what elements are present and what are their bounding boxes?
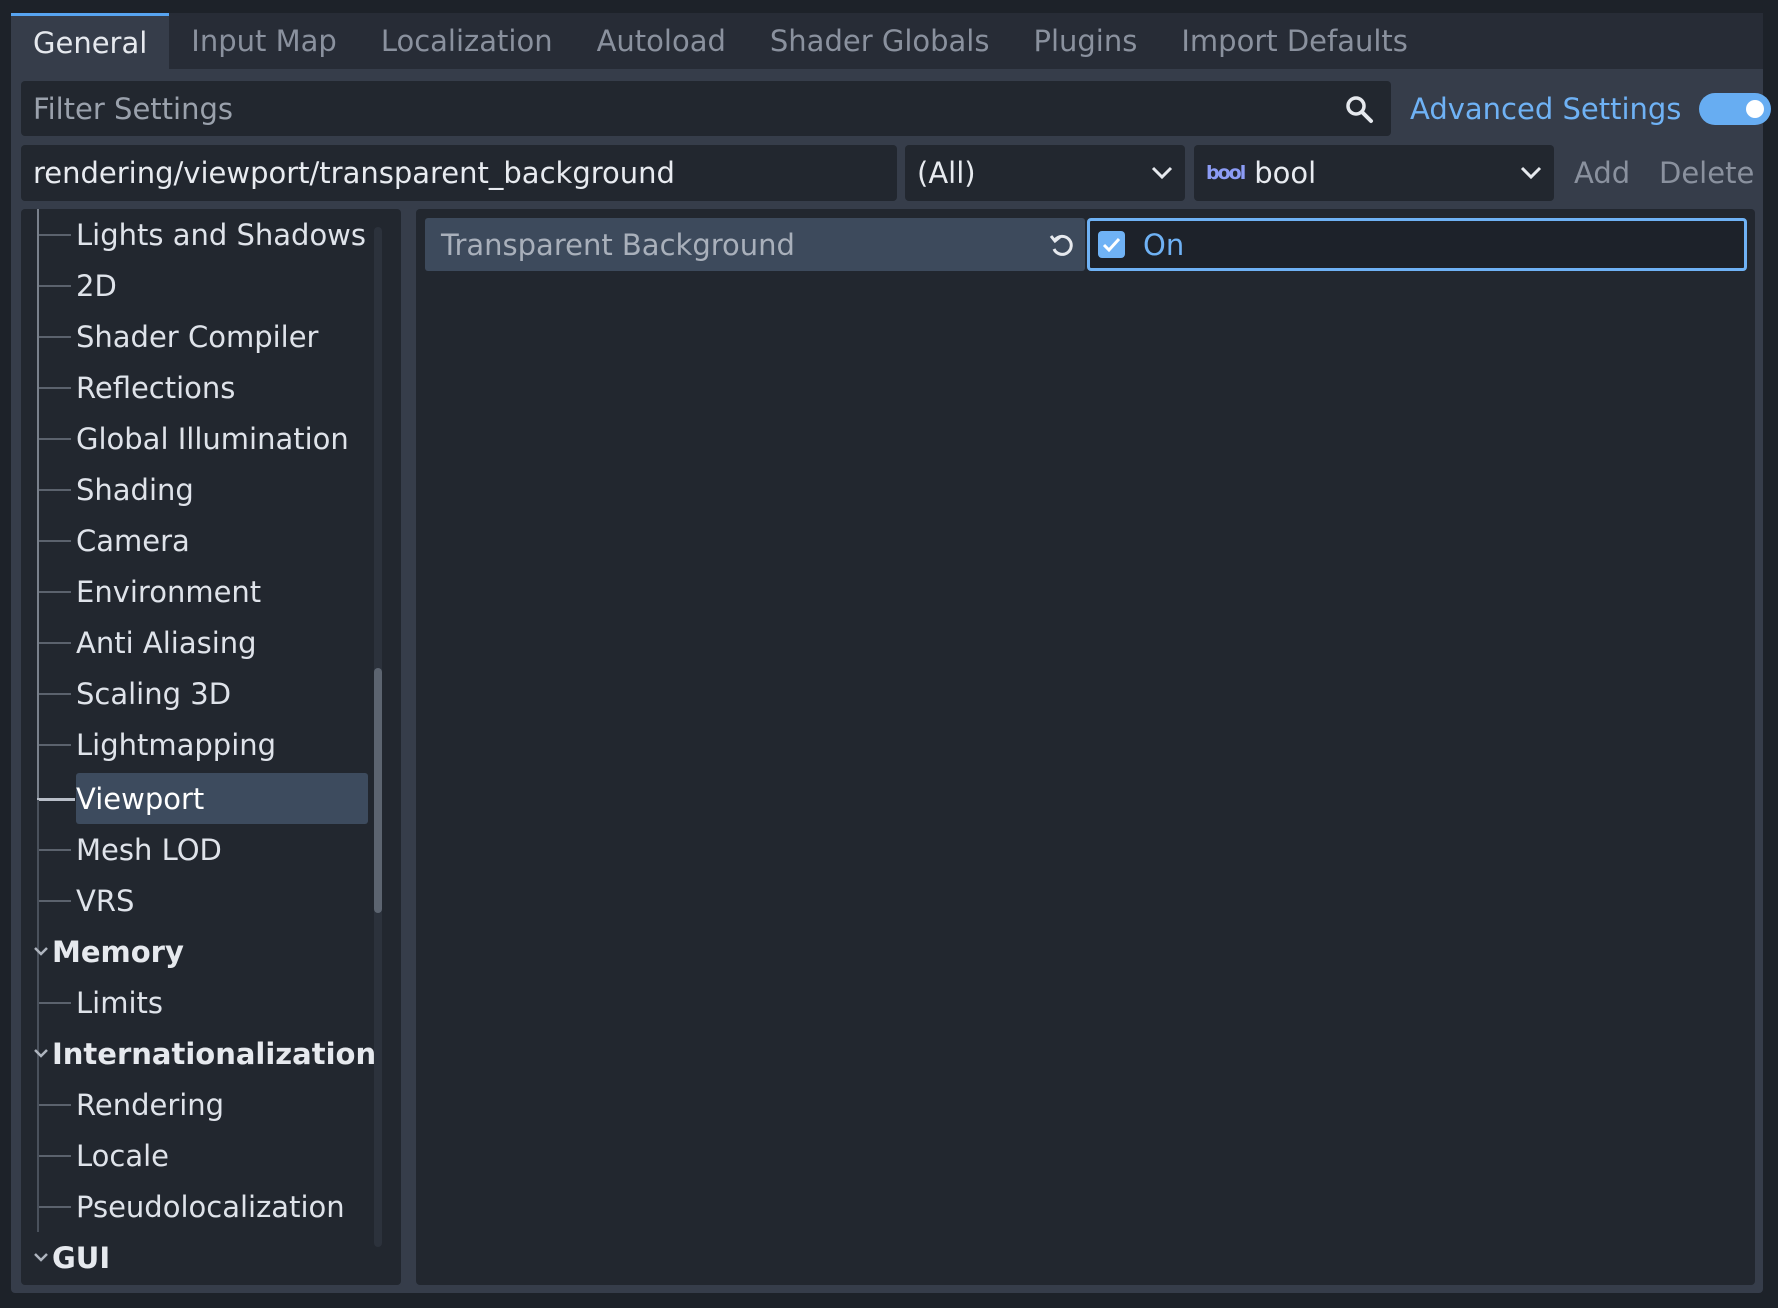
tree-item-global-illumination[interactable]: Global Illumination [21, 413, 361, 464]
type-select-value: bool [1254, 156, 1317, 190]
property-row: Transparent Background On [425, 218, 1747, 271]
tree-item-shading[interactable]: Shading [21, 464, 361, 515]
chevron-down-icon [1151, 166, 1173, 180]
tree-item-pseudolocalization[interactable]: Pseudolocalization [21, 1181, 361, 1232]
toggle-knob [1746, 100, 1765, 118]
property-name-label: Transparent Background [441, 227, 795, 262]
delete-button[interactable]: Delete [1659, 150, 1754, 196]
tree-item-environment[interactable]: Environment [21, 566, 361, 617]
chevron-down-icon [1520, 166, 1542, 180]
chevron-down-icon [34, 1253, 48, 1262]
tree-item-limits[interactable]: Limits [21, 977, 361, 1028]
checkbox-checked-icon [1098, 231, 1125, 258]
property-name: Transparent Background [425, 218, 1085, 271]
property-value-checkbox[interactable]: On [1087, 218, 1747, 271]
tab-import-defaults[interactable]: Import Defaults [1159, 13, 1430, 69]
property-path-box [21, 145, 897, 201]
feature-select-value: (All) [917, 156, 976, 190]
type-select[interactable]: bool bool [1194, 145, 1554, 201]
bool-type-icon: bool [1206, 162, 1246, 184]
property-value-label: On [1143, 227, 1185, 262]
tree-item-viewport[interactable]: Viewport [21, 773, 371, 824]
feature-select[interactable]: (All) [905, 145, 1185, 201]
tree-section-gui[interactable]: GUI [21, 1232, 361, 1283]
settings-tree: Lights and Shadows 2D Shader Compiler Re… [21, 209, 401, 1285]
revert-icon[interactable] [1047, 230, 1077, 260]
tree-section-internationalization[interactable]: Internationalization [21, 1028, 376, 1079]
tree-item-scaling-3d[interactable]: Scaling 3D [21, 668, 361, 719]
advanced-settings-label: Advanced Settings [1410, 92, 1682, 126]
tree-item-mesh-lod[interactable]: Mesh LOD [21, 824, 361, 875]
tree-item-shader-compiler[interactable]: Shader Compiler [21, 311, 361, 362]
tree-scrollbar-thumb[interactable] [374, 668, 382, 913]
advanced-settings: Advanced Settings [1410, 83, 1772, 135]
advanced-settings-toggle[interactable] [1699, 93, 1772, 125]
tab-shader-globals[interactable]: Shader Globals [748, 13, 1012, 69]
add-button[interactable]: Add [1574, 150, 1630, 196]
tree-item-vrs[interactable]: VRS [21, 875, 361, 926]
tree-item-anti-aliasing[interactable]: Anti Aliasing [21, 617, 361, 668]
chevron-down-icon [34, 1049, 48, 1058]
property-inspector [416, 209, 1755, 1285]
tab-input-map[interactable]: Input Map [169, 13, 359, 69]
tree-item-lights-and-shadows[interactable]: Lights and Shadows [21, 209, 366, 260]
tree-item-camera[interactable]: Camera [21, 515, 361, 566]
search-icon [1339, 89, 1379, 129]
tab-localization[interactable]: Localization [359, 13, 575, 69]
tab-bar: General Input Map Localization Autoload … [11, 13, 1763, 69]
tab-autoload[interactable]: Autoload [575, 13, 748, 69]
tree-section-memory[interactable]: Memory [21, 926, 361, 977]
chevron-down-icon [34, 947, 48, 956]
tree-item-lightmapping[interactable]: Lightmapping [21, 719, 361, 770]
filter-settings-input[interactable] [33, 91, 1339, 126]
property-path-input[interactable] [33, 156, 885, 190]
tab-general[interactable]: General [11, 13, 170, 69]
tab-plugins[interactable]: Plugins [1011, 13, 1159, 69]
tree-item-rendering[interactable]: Rendering [21, 1079, 361, 1130]
tree-item-reflections[interactable]: Reflections [21, 362, 361, 413]
filter-settings-box [21, 81, 1391, 136]
tree-item-locale[interactable]: Locale [21, 1130, 361, 1181]
tree-item-2d[interactable]: 2D [21, 260, 361, 311]
